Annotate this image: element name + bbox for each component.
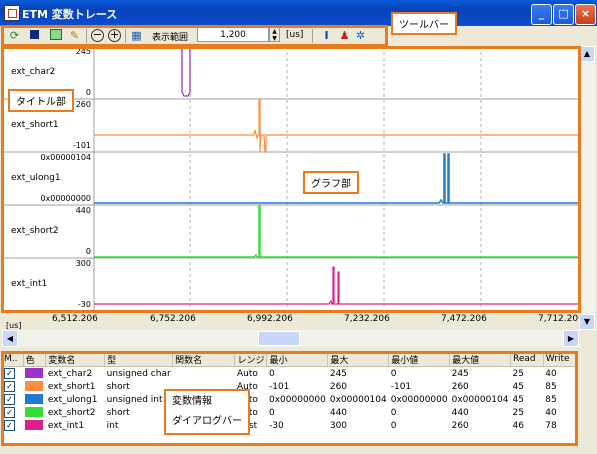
table-highlight-frame xyxy=(1,351,578,446)
scroll-right-button[interactable]: ▶ xyxy=(563,330,579,347)
close-button[interactable]: × xyxy=(575,4,596,25)
x-tick-label: 6,752.206 xyxy=(150,314,196,324)
maximize-button[interactable]: □ xyxy=(553,4,574,25)
x-axis: [us] 6,512.206 6,752.206 6,992.206 7,232… xyxy=(2,311,584,330)
graph-section-callout: グラフ部 xyxy=(303,171,359,194)
title-bar[interactable]: ETM 変数トレース _ □ × xyxy=(0,0,597,26)
variable-info-callout: 変数情報 ダイアログバー xyxy=(164,389,250,435)
x-axis-unit: [us] xyxy=(6,321,22,330)
window-title: ETM 変数トレース xyxy=(22,8,118,21)
horizontal-scrollbar[interactable]: ◀ ▶ xyxy=(2,330,579,347)
toolbar-highlight-frame xyxy=(1,25,388,47)
x-tick-label: 7,232.206 xyxy=(344,314,390,324)
scroll-up-button[interactable]: ▲ xyxy=(579,46,595,62)
vertical-scrollbar[interactable]: ▲ ▼ xyxy=(579,46,595,330)
graph-highlight-frame xyxy=(1,46,581,313)
title-section-callout: タイトル部 xyxy=(8,89,74,112)
app-icon xyxy=(4,5,20,21)
x-tick-label: 7,712.206 xyxy=(538,314,584,324)
variable-info-line1: 変数情報 xyxy=(172,396,212,407)
x-tick-label: 6,992.206 xyxy=(247,314,293,324)
scroll-left-button[interactable]: ◀ xyxy=(2,330,18,347)
scroll-thumb[interactable] xyxy=(258,331,300,346)
toolbar-callout: ツールバー xyxy=(391,12,457,35)
x-tick-label: 7,472.206 xyxy=(441,314,487,324)
minimize-button[interactable]: _ xyxy=(531,4,552,25)
x-tick-label: 6,512.206 xyxy=(52,314,98,324)
variable-info-line2: ダイアログバー xyxy=(172,416,242,427)
scroll-down-button[interactable]: ▼ xyxy=(579,314,595,330)
